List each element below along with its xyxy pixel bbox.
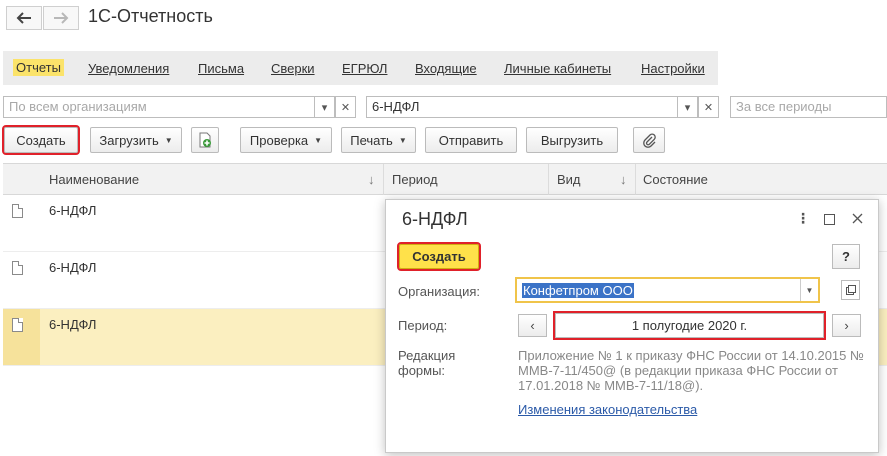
edition-label-line2: формы: <box>398 363 446 378</box>
arrow-right-icon <box>54 12 69 24</box>
chevron-left-icon: ‹ <box>530 318 535 333</box>
close-icon: ✕ <box>340 101 351 114</box>
period-label: Период: <box>398 318 448 333</box>
period-filter-input[interactable]: За все периоды <box>730 96 887 118</box>
sort-arrow-icon[interactable]: ↓ <box>368 172 375 187</box>
tab-reconciliations[interactable]: Сверки <box>271 61 315 76</box>
sort-arrow-icon[interactable]: ↓ <box>620 172 627 187</box>
chevron-down-icon[interactable]: ▼ <box>800 279 818 301</box>
organization-value: Конфетпром ООО <box>522 283 634 298</box>
paperclip-icon <box>643 133 656 148</box>
column-status[interactable]: Состояние <box>643 172 708 187</box>
export-button[interactable]: Выгрузить <box>526 127 618 153</box>
create-report-dialog: 6-НДФЛ ⋮ Создать ? Организация: Конфетпр… <box>385 199 879 453</box>
section-tabs: Отчеты Уведомления Письма Сверки ЕГРЮЛ В… <box>3 51 718 85</box>
tab-incoming[interactable]: Входящие <box>415 61 477 76</box>
check-label: Проверка <box>249 132 309 148</box>
tab-reports[interactable]: Отчеты <box>13 59 64 76</box>
period-input[interactable]: 1 полугодие 2020 г. <box>553 311 826 340</box>
send-label: Отправить <box>438 132 504 148</box>
next-period-button[interactable]: › <box>832 314 861 337</box>
table-header: Наименование ↓ Период Вид ↓ Состояние <box>3 163 887 195</box>
organization-filter-input[interactable]: По всем организациям <box>3 96 315 118</box>
column-name[interactable]: Наименование <box>49 172 139 187</box>
chevron-down-icon: ▾ <box>321 101 328 114</box>
edition-label-line1: Редакция <box>398 348 456 363</box>
back-button[interactable] <box>6 6 42 30</box>
law-changes-link[interactable]: Изменения законодательства <box>518 402 697 417</box>
organization-clear-button[interactable]: ✕ <box>335 96 356 118</box>
column-period[interactable]: Период <box>392 172 438 187</box>
chevron-down-icon: ▼ <box>164 135 173 145</box>
column-type[interactable]: Вид <box>557 172 581 187</box>
arrow-left-icon <box>16 12 31 24</box>
attach-button[interactable] <box>633 127 665 153</box>
document-icon <box>12 318 23 332</box>
document-icon <box>12 261 23 275</box>
app-title: 1С-Отчетность <box>88 6 213 26</box>
report-type-clear-button[interactable]: ✕ <box>698 96 719 118</box>
organization-label: Организация: <box>398 284 481 299</box>
send-button[interactable]: Отправить <box>425 127 517 153</box>
dialog-create-button[interactable]: Создать <box>397 242 481 271</box>
organization-dropdown-button[interactable]: ▾ <box>314 96 335 118</box>
tab-egrul[interactable]: ЕГРЮЛ <box>342 61 387 76</box>
row-name: 6-НДФЛ <box>49 203 97 218</box>
chevron-down-icon: ▼ <box>398 135 407 145</box>
chevron-right-icon: › <box>844 318 849 333</box>
load-label: Загрузить <box>99 132 159 148</box>
check-button[interactable]: Проверка ▼ <box>240 127 332 153</box>
dialog-title: 6-НДФЛ <box>402 209 468 229</box>
close-icon[interactable] <box>852 211 863 227</box>
tab-letters[interactable]: Письма <box>198 61 244 76</box>
help-button[interactable]: ? <box>832 244 860 269</box>
open-form-icon <box>845 285 856 295</box>
create-label: Создать <box>16 132 66 148</box>
document-icon <box>12 204 23 218</box>
tab-settings[interactable]: Настройки <box>641 61 705 76</box>
edition-description: Приложение № 1 к приказу ФНС России от 1… <box>518 348 864 393</box>
tab-notifications[interactable]: Уведомления <box>88 61 169 76</box>
add-from-file-button[interactable] <box>191 127 219 153</box>
print-label: Печать <box>350 132 393 148</box>
tab-personal-accounts[interactable]: Личные кабинеты <box>504 61 611 76</box>
load-button[interactable]: Загрузить ▼ <box>90 127 182 153</box>
row-name: 6-НДФЛ <box>49 317 97 332</box>
report-type-filter-input[interactable]: 6-НДФЛ <box>366 96 678 118</box>
open-organization-button[interactable] <box>841 280 860 300</box>
chevron-down-icon: ▼ <box>314 135 323 145</box>
chevron-down-icon: ▾ <box>684 101 691 114</box>
report-type-dropdown-button[interactable]: ▾ <box>677 96 698 118</box>
maximize-icon[interactable] <box>824 212 835 228</box>
previous-period-button[interactable]: ‹ <box>518 314 547 337</box>
organization-input[interactable]: Конфетпром ООО ▼ <box>515 277 820 303</box>
forward-button[interactable] <box>43 6 79 30</box>
row-name: 6-НДФЛ <box>49 260 97 275</box>
more-icon[interactable]: ⋮ <box>796 210 810 227</box>
export-label: Выгрузить <box>540 132 604 148</box>
print-button[interactable]: Печать ▼ <box>341 127 416 153</box>
add-document-icon <box>199 132 211 148</box>
create-button[interactable]: Создать <box>2 125 80 155</box>
close-icon: ✕ <box>703 101 714 114</box>
